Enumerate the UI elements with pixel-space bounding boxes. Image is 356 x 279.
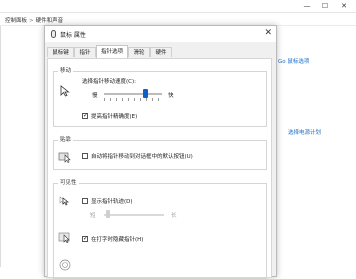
snap-label: 自动将指针移动到对话框中的默认按钮(U) [91,154,193,160]
trails-label: 显示指针轨迹(D) [91,199,133,205]
mouse-properties-dialog: 鼠标 属性 ✕ 鼠标键 指针 指针选项 滑轮 硬件 移动 选择指针移动速度(C)… [44,25,277,279]
pointer-speed-icon [60,85,70,97]
breadcrumb-control-panel[interactable]: 控制面板 [5,18,27,24]
mouse-options-link[interactable]: Go 鼠标选项 [278,57,309,65]
speed-slow-label: 慢 [92,93,98,99]
minimize-icon[interactable]: — [300,1,314,11]
close-window-icon[interactable]: ✕ [337,1,351,11]
tab-buttons[interactable]: 鼠标键 [47,47,74,57]
background-titlebar: — ☐ ✕ [0,0,356,13]
snap-group-label: 贴靠 [58,135,74,143]
hide-pointer-icon [58,232,70,244]
trails-checkbox[interactable] [82,198,88,204]
trails-long-label: 长 [171,213,177,219]
maximize-icon[interactable]: ☐ [318,1,332,11]
dialog-title: 鼠标 属性 [60,32,86,39]
snap-checkbox[interactable] [82,153,88,159]
precision-label: 提高指针精确度(E) [91,114,138,120]
trails-slider-track[interactable] [104,214,164,216]
breadcrumb-hardware-sound[interactable]: 硬件和声音 [36,18,64,24]
background-divider [0,26,1,267]
motion-group-label: 移动 [58,66,74,74]
mouse-icon [51,30,56,38]
pointer-options-panel: 移动 选择指针移动速度(C): 慢 快 提高指针精确度(E) 贴靠 自动将指针移… [47,58,272,279]
trails-short-label: 短 [90,213,96,219]
hide-while-typing-label: 在打字时隐藏指针(H) [91,237,144,243]
tab-hardware[interactable]: 硬件 [150,47,172,57]
speed-slider-ticks [104,98,162,101]
power-plan-link[interactable]: 选择电源计划 [288,128,321,136]
hide-while-typing-checkbox[interactable] [82,235,88,242]
speed-slider-thumb[interactable] [143,89,149,98]
pointer-trails-icon [59,196,69,206]
close-icon[interactable]: ✕ [264,28,272,39]
breadcrumb-separator: > [29,18,34,24]
tab-wheel[interactable]: 滑轮 [128,47,150,57]
tab-pointers[interactable]: 指针 [74,47,96,57]
dialog-titlebar[interactable]: 鼠标 属性 ✕ [45,26,276,42]
visibility-group: 可见性 显示指针轨迹(D) 短 长 在打字时隐藏指针(H) [53,178,267,279]
speed-slider-track[interactable] [104,93,162,95]
tab-pointer-options[interactable]: 指针选项 [96,45,128,58]
snap-group: 贴靠 自动将指针移动到对话框中的默认按钮(U) [53,135,267,170]
visibility-group-label: 可见性 [58,178,79,186]
trails-slider-thumb[interactable] [106,210,110,218]
snap-to-icon [58,152,71,163]
speed-label: 选择指针移动速度(C): [82,79,136,85]
locate-pointer-icon [59,259,71,271]
motion-group: 移动 选择指针移动速度(C): 慢 快 提高指针精确度(E) [53,66,267,127]
speed-fast-label: 快 [168,93,174,99]
precision-checkbox[interactable] [82,112,88,119]
breadcrumb: 控制面板 > 硬件和声音 [5,16,63,24]
